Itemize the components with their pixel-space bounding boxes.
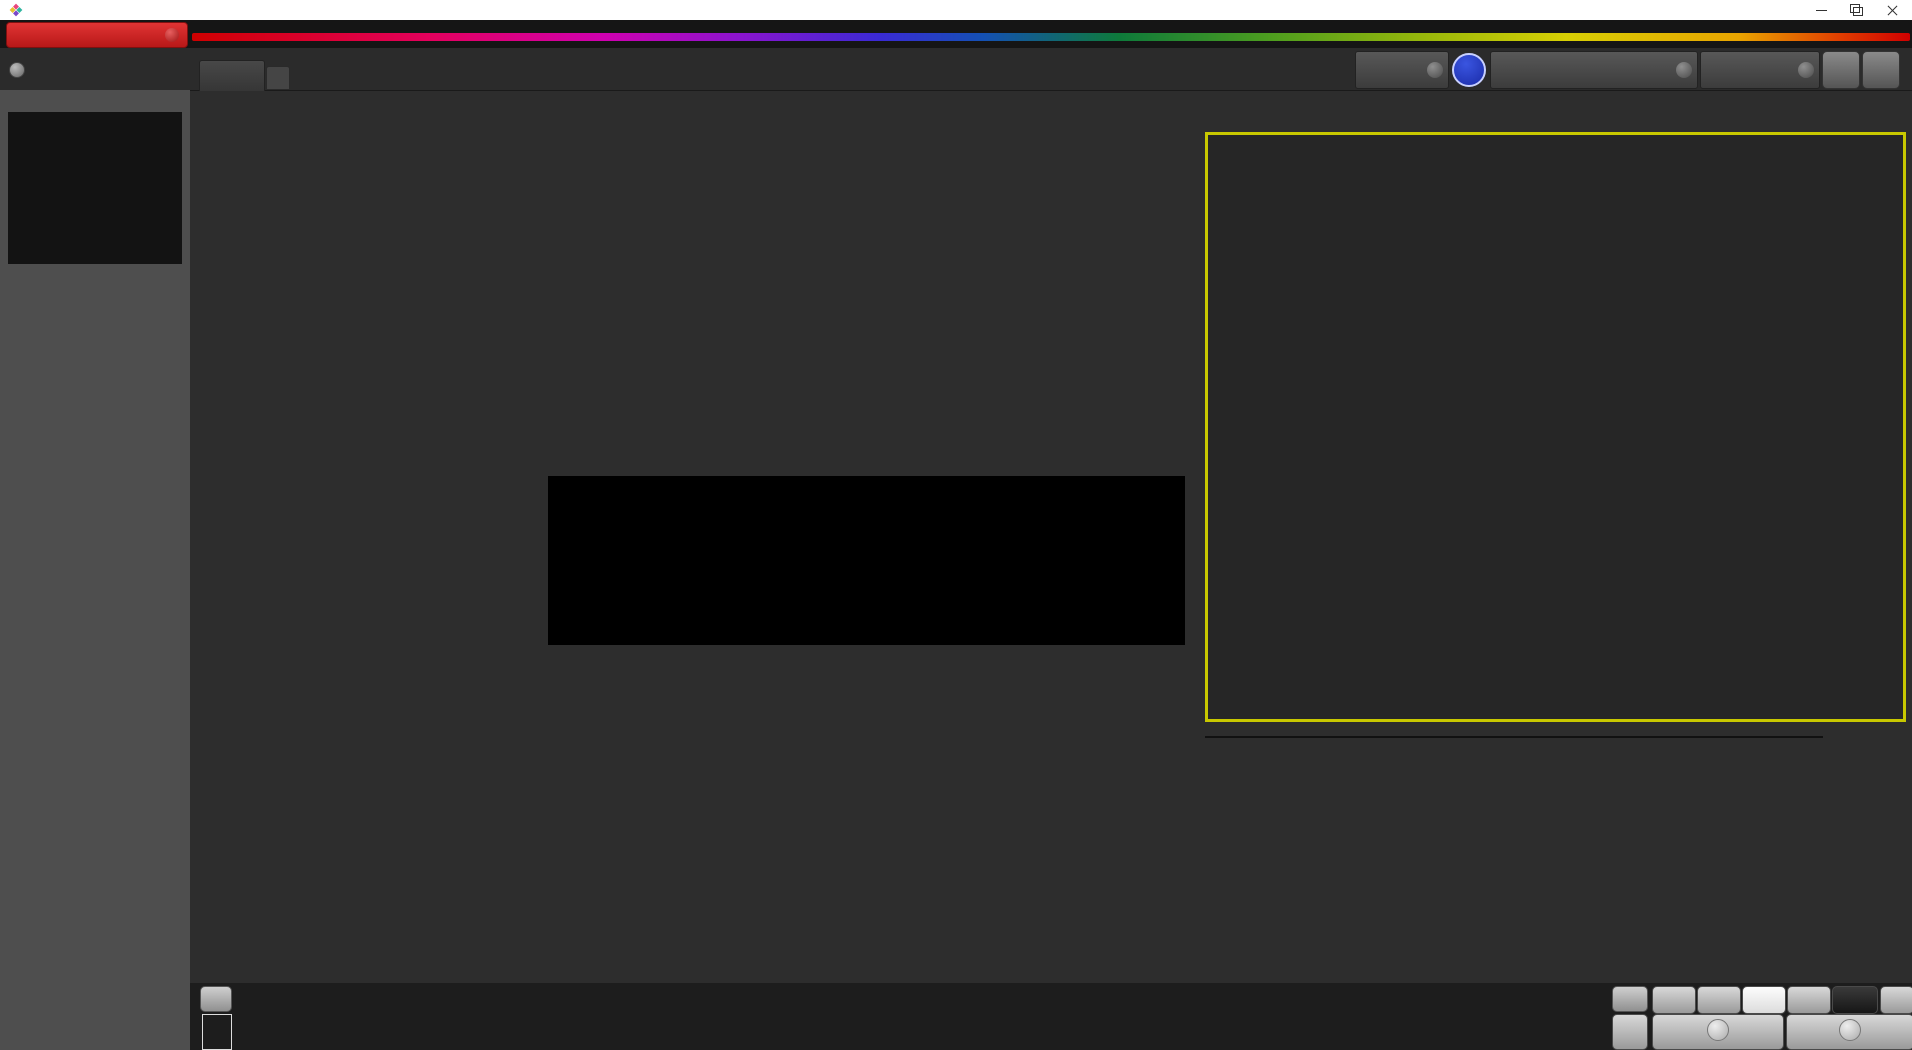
toolbar (0, 48, 1912, 91)
meter-dropdown[interactable] (1355, 51, 1449, 89)
meter-popup-button[interactable] (1612, 986, 1648, 1012)
maximize-button[interactable] (1842, 2, 1872, 18)
calman-menu-button[interactable] (6, 22, 188, 48)
saturation-swatch-panel (548, 476, 1185, 645)
chevron-down-icon[interactable] (1798, 62, 1814, 78)
stop-large-button[interactable] (1612, 1014, 1648, 1050)
meter-status-edge (1356, 52, 1360, 88)
pattern-popup-button[interactable] (200, 986, 232, 1012)
back-chevron-icon (1707, 1019, 1729, 1041)
back-button[interactable] (1652, 1014, 1784, 1050)
record-button[interactable] (1880, 986, 1912, 1014)
chevron-down-icon[interactable] (1676, 62, 1692, 78)
measurement-table (1205, 736, 1823, 738)
window-titlebar (0, 0, 1912, 20)
brand-band (0, 20, 1912, 48)
panel-collapse-button[interactable] (1862, 51, 1900, 89)
refresh-button[interactable] (1832, 986, 1878, 1014)
sidebar (0, 90, 190, 1050)
play-button[interactable] (1697, 986, 1741, 1014)
display-status-edge (1701, 52, 1705, 88)
add-tab-button[interactable] (266, 66, 290, 90)
display-control-dropdown[interactable] (1700, 51, 1820, 89)
bottom-bar (190, 983, 1912, 1050)
workspace-pin-button[interactable] (9, 62, 25, 78)
stop-button[interactable] (1652, 986, 1696, 1014)
app-window (0, 0, 1912, 1050)
pattern-status-edge (1491, 52, 1495, 88)
next-button[interactable] (1786, 1014, 1912, 1050)
active-pattern-swatch[interactable] (202, 1014, 232, 1050)
pattern-generator-dropdown[interactable] (1490, 51, 1698, 89)
single-measure-button[interactable] (1742, 986, 1786, 1014)
minimize-button[interactable] (1807, 2, 1837, 18)
chevron-down-icon[interactable] (165, 28, 179, 42)
spectrum-strip (192, 33, 1910, 41)
app-icon (9, 3, 23, 17)
cie-1931-panel (1205, 132, 1906, 722)
cie-diagram (1208, 135, 1903, 719)
tab-history-1[interactable] (199, 60, 265, 91)
next-chevron-icon (1839, 1019, 1861, 1041)
chevron-down-icon[interactable] (1427, 62, 1443, 78)
close-button[interactable] (1877, 2, 1907, 18)
meter-reading-badge[interactable] (1452, 53, 1486, 87)
settings-button[interactable] (1822, 51, 1860, 89)
nav-tree (8, 112, 182, 264)
continuous-measure-button[interactable] (1787, 986, 1831, 1014)
